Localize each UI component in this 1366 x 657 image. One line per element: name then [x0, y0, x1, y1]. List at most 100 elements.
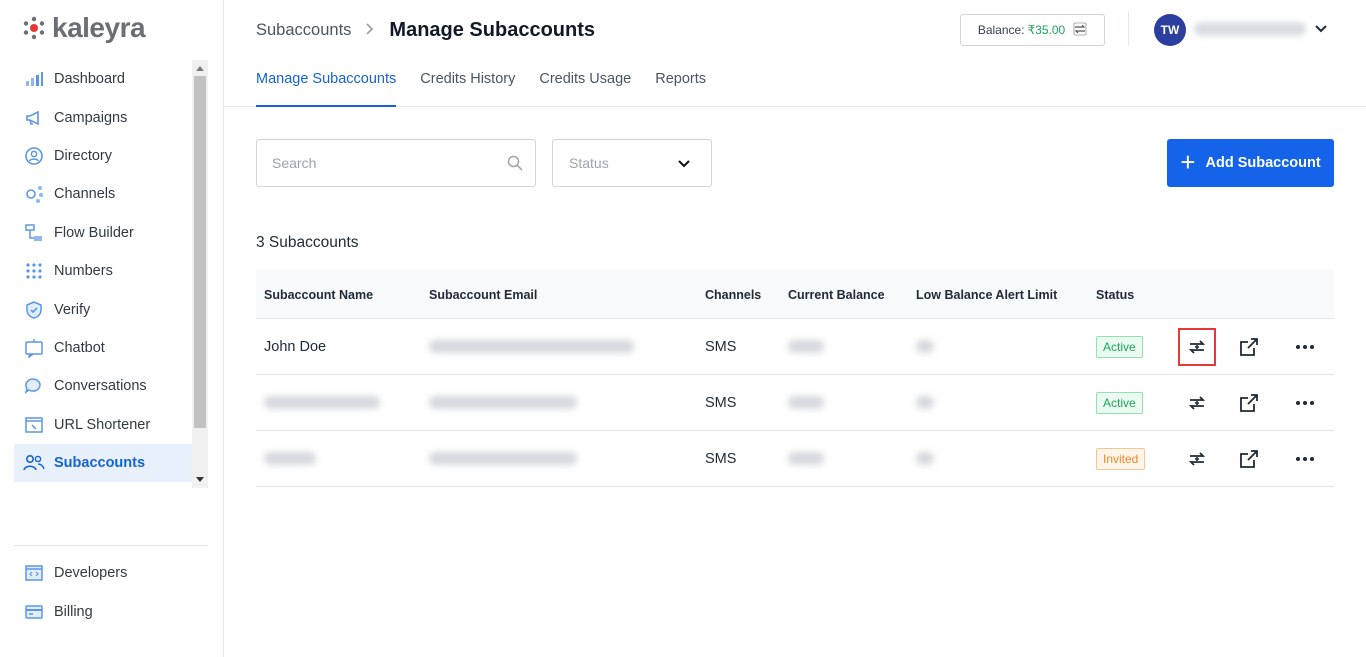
more-options-icon[interactable]: [1293, 391, 1317, 415]
more-options-icon[interactable]: [1293, 447, 1317, 471]
chatbot-icon: [22, 336, 46, 360]
sidebar-nav: Dashboard Campaigns Directory Channels F…: [14, 60, 206, 483]
subaccount-name-redacted: [264, 452, 316, 465]
dialpad-icon: [22, 259, 46, 283]
status-badge: Active: [1096, 392, 1143, 414]
link-icon: [22, 413, 46, 437]
low-balance-redacted: [916, 452, 934, 465]
balance-button[interactable]: Balance: ₹35.00: [960, 14, 1105, 46]
balance-amount: ₹35.00: [1027, 23, 1066, 37]
sidebar-item-verify[interactable]: Verify: [14, 290, 206, 328]
code-icon: [22, 561, 46, 585]
status-dropdown[interactable]: Status: [552, 139, 712, 187]
sidebar-item-billing[interactable]: Billing: [14, 592, 206, 630]
subaccounts-table: Subaccount Name Subaccount Email Channel…: [256, 270, 1334, 487]
tabs: Manage Subaccounts Credits History Credi…: [256, 71, 730, 107]
sidebar-item-developers[interactable]: Developers: [14, 554, 206, 592]
status-badge: Active: [1096, 336, 1143, 358]
status-dropdown-value: Status: [569, 155, 609, 171]
subaccount-channels: SMS: [705, 395, 737, 411]
flow-icon: [22, 221, 46, 245]
table-row: John Doe SMS Active: [256, 319, 1334, 375]
channels-icon: [22, 182, 46, 206]
avatar[interactable]: TW: [1154, 14, 1186, 46]
balance-label: Balance:: [977, 23, 1025, 37]
chat-bubbles-icon: [22, 374, 46, 398]
transfer-credits-icon[interactable]: [1185, 447, 1209, 471]
subaccount-channels: SMS: [705, 339, 737, 355]
sidebar-bottom-nav: Developers Billing: [14, 554, 206, 631]
column-header-low-balance: Low Balance Alert Limit: [916, 288, 1058, 302]
scroll-up-arrow-icon[interactable]: [196, 66, 204, 71]
subaccount-name-redacted: [264, 396, 380, 409]
add-subaccount-label: Add Subaccount: [1205, 155, 1321, 171]
sidebar-item-numbers[interactable]: Numbers: [14, 252, 206, 290]
add-subaccount-button[interactable]: + Add Subaccount: [1167, 139, 1334, 187]
open-external-icon[interactable]: [1237, 447, 1261, 471]
sidebar-item-dashboard[interactable]: Dashboard: [14, 60, 206, 98]
sidebar-item-subaccounts[interactable]: Subaccounts: [14, 443, 206, 483]
subaccount-name: John Doe: [264, 339, 327, 355]
current-balance-redacted: [788, 340, 824, 353]
user-name-redacted[interactable]: [1194, 22, 1306, 36]
sidebar-item-directory[interactable]: Directory: [14, 137, 206, 175]
open-external-icon[interactable]: [1237, 391, 1261, 415]
card-icon: [22, 600, 46, 624]
open-external-icon[interactable]: [1237, 335, 1261, 359]
subaccount-email-redacted: [429, 396, 577, 409]
table-row: SMS Active: [256, 375, 1334, 431]
breadcrumb-chevron-icon: [365, 20, 375, 41]
breadcrumb-parent[interactable]: Subaccounts: [256, 21, 351, 40]
scrollbar-thumb[interactable]: [194, 76, 206, 428]
page-title: Manage Subaccounts: [389, 18, 596, 41]
users-icon: [22, 451, 46, 475]
status-badge: Invited: [1096, 448, 1146, 470]
tab-manage-subaccounts[interactable]: Manage Subaccounts: [256, 71, 397, 107]
low-balance-redacted: [916, 340, 934, 353]
transfer-credits-icon[interactable]: [1185, 391, 1209, 415]
sidebar-item-flow-builder[interactable]: Flow Builder: [14, 214, 206, 252]
subaccount-count: 3 Subaccounts: [256, 234, 359, 251]
sidebar-divider: [14, 545, 208, 546]
logo-text: kaleyra: [52, 12, 146, 43]
current-balance-redacted: [788, 396, 824, 409]
page-header: Subaccounts Manage Subaccounts Balance: …: [224, 0, 1366, 107]
low-balance-redacted: [916, 396, 934, 409]
chevron-down-icon[interactable]: [1314, 22, 1328, 41]
refresh-balance-icon[interactable]: [1073, 22, 1087, 39]
tab-credits-usage[interactable]: Credits Usage: [539, 71, 631, 107]
sidebar-item-channels[interactable]: Channels: [14, 175, 206, 213]
column-header-current-balance: Current Balance: [788, 288, 885, 302]
table-header: Subaccount Name Subaccount Email Channel…: [256, 270, 1334, 319]
search-field: [256, 139, 536, 187]
plus-icon: +: [1180, 146, 1196, 177]
tab-credits-history[interactable]: Credits History: [420, 71, 515, 107]
search-icon[interactable]: [507, 155, 523, 176]
search-input[interactable]: [272, 155, 492, 171]
kaleyra-logo[interactable]: kaleyra: [22, 12, 146, 44]
tab-reports[interactable]: Reports: [655, 71, 706, 107]
sidebar-item-campaigns[interactable]: Campaigns: [14, 98, 206, 136]
scroll-down-arrow-icon[interactable]: [196, 477, 204, 482]
bar-chart-icon: [22, 67, 46, 91]
subaccount-channels: SMS: [705, 451, 737, 467]
contact-icon: [22, 144, 46, 168]
subaccount-email-redacted: [429, 340, 634, 353]
sidebar-scrollbar[interactable]: [192, 60, 208, 488]
logo-mark-icon: [22, 16, 46, 40]
sidebar-item-url-shortener[interactable]: URL Shortener: [14, 406, 206, 444]
megaphone-icon: [22, 106, 46, 130]
breadcrumb: Subaccounts Manage Subaccounts: [256, 18, 595, 42]
table-row: SMS Invited: [256, 431, 1334, 487]
column-header-channels: Channels: [705, 288, 762, 302]
subaccount-email-redacted: [429, 452, 577, 465]
column-header-email: Subaccount Email: [429, 288, 538, 302]
column-header-name: Subaccount Name: [264, 288, 374, 302]
header-divider: [1128, 12, 1129, 46]
sidebar: kaleyra Dashboard Campaigns Directory Ch…: [0, 0, 224, 657]
sidebar-item-conversations[interactable]: Conversations: [14, 367, 206, 405]
sidebar-item-chatbot[interactable]: Chatbot: [14, 329, 206, 367]
shield-icon: [22, 298, 46, 322]
more-options-icon[interactable]: [1293, 335, 1317, 359]
transfer-credits-icon[interactable]: [1178, 328, 1216, 366]
